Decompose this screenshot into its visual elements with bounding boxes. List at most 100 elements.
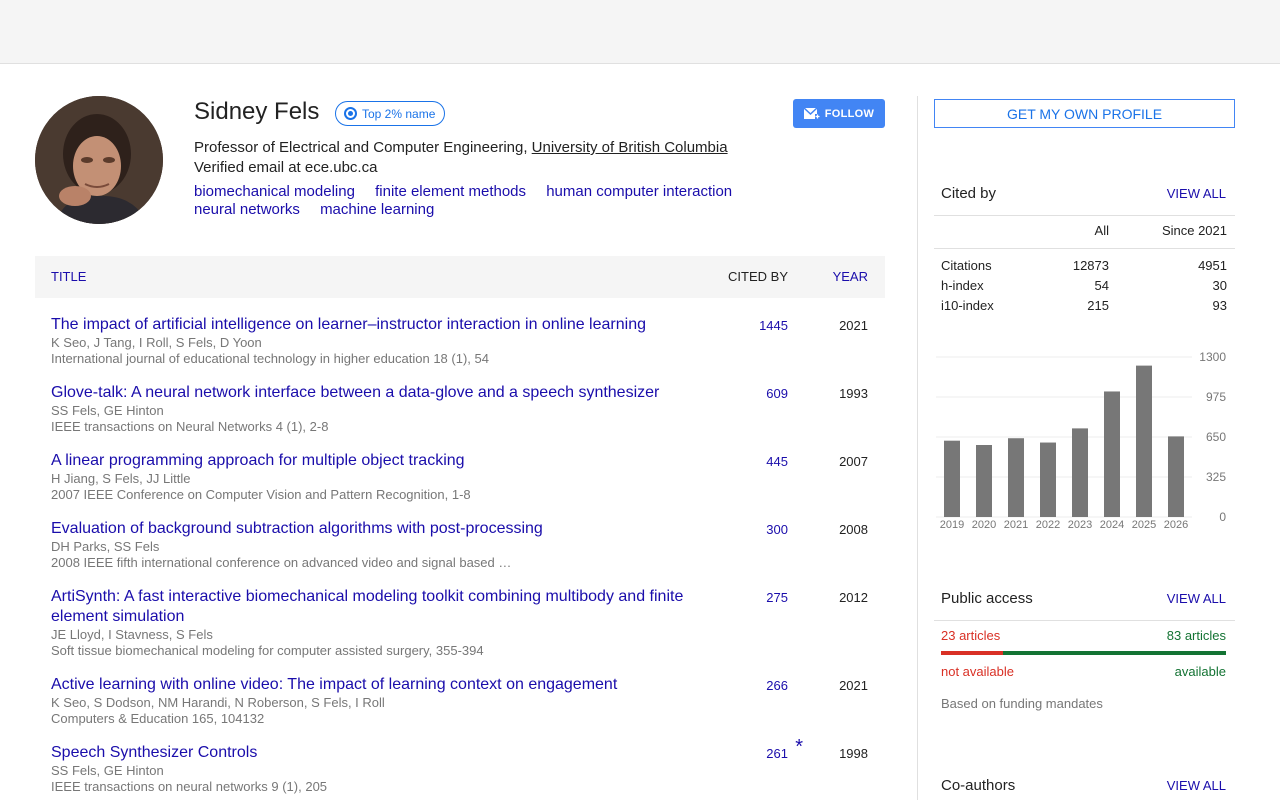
avatar [35, 96, 163, 224]
chart-bar-2019[interactable] [944, 440, 960, 517]
merged-citations-star[interactable]: * [795, 736, 803, 759]
publication-list: The impact of artificial intelligence on… [35, 298, 885, 794]
publication-authors: H Jiang, S Fels, JJ Little [51, 471, 191, 486]
chart-bar-2024[interactable] [1104, 391, 1120, 517]
publication-authors: K Seo, S Dodson, NM Harandi, N Roberson,… [51, 695, 385, 710]
table-row: ArtiSynth: A fast interactive biomechani… [35, 570, 885, 658]
x-tick-label: 2026 [1164, 519, 1188, 531]
interest-link[interactable]: biomechanical modeling [194, 183, 355, 200]
publication-venue: Soft tissue biomechanical modeling for c… [51, 643, 484, 658]
publication-venue: 2007 IEEE Conference on Computer Vision … [51, 487, 471, 502]
not-available-bar [941, 651, 1003, 655]
chart-bar-2021[interactable] [1008, 438, 1024, 517]
cited-by-count-link[interactable]: 300 [766, 522, 788, 537]
not-available-count[interactable]: 23 articles [941, 628, 1000, 643]
interest-link[interactable]: neural networks [194, 201, 300, 218]
affiliation-title: Professor of Electrical and Computer Eng… [194, 139, 532, 156]
chart-bar-2022[interactable] [1040, 442, 1056, 517]
stats-label[interactable]: Citations [941, 258, 992, 273]
chart-bar-2025[interactable] [1136, 365, 1152, 517]
publication-authors: DH Parks, SS Fels [51, 539, 160, 554]
table-row: Speech Synthesizer Controls SS Fels, GE H… [35, 726, 885, 794]
stats-all-value: 54 [1094, 278, 1109, 293]
stats-all-value: 215 [1087, 298, 1109, 313]
sort-year-header[interactable]: YEAR [833, 269, 868, 284]
sort-title-header[interactable]: TITLE [51, 269, 86, 284]
x-tick-label: 2024 [1100, 519, 1124, 531]
x-tick-label: 2020 [972, 519, 996, 531]
top-name-badge[interactable]: Top 2% name [335, 101, 446, 126]
cited-by-count-link[interactable]: 1445 [759, 318, 788, 333]
chart-bar-2020[interactable] [976, 445, 992, 517]
follow-button[interactable]: FOLLOW [793, 99, 885, 128]
stats-since-value: 4951 [1198, 258, 1227, 273]
publication-venue: International journal of educational tec… [51, 351, 489, 366]
table-row: A linear programming approach for multip… [35, 434, 885, 502]
co-authors-heading: Co-authors [941, 777, 1016, 794]
x-tick-label: 2021 [1004, 519, 1028, 531]
table-row: Active learning with online video: The i… [35, 658, 885, 726]
stats-label[interactable]: h-index [941, 278, 984, 293]
y-tick-label: 975 [1206, 390, 1226, 404]
publication-venue: Computers & Education 165, 104132 [51, 711, 265, 726]
publication-authors: JE Lloyd, I Stavness, S Fels [51, 627, 213, 642]
top-bar [0, 0, 1280, 64]
publication-year: 2008 [839, 522, 868, 537]
stats-header-row: All Since 2021 [941, 223, 1227, 239]
interest-link[interactable]: human computer interaction [546, 183, 732, 200]
publication-year: 2021 [839, 318, 868, 333]
publication-title-link[interactable]: A linear programming approach for multip… [51, 451, 701, 471]
stats-col-all: All [1094, 223, 1109, 238]
publication-title-link[interactable]: Active learning with online video: The i… [51, 675, 701, 695]
cited-by-count-link[interactable]: 266 [766, 678, 788, 693]
stats-label[interactable]: i10-index [941, 298, 994, 313]
funding-mandates-note: Based on funding mandates [941, 696, 1103, 711]
cited-by-count-link[interactable]: 261 [766, 746, 788, 761]
interest-link[interactable]: machine learning [320, 201, 434, 218]
publication-authors: SS Fels, GE Hinton [51, 763, 164, 778]
publication-authors: SS Fels, GE Hinton [51, 403, 164, 418]
divider [934, 620, 1235, 621]
stats-all-value: 12873 [1072, 258, 1109, 273]
cited-by-header[interactable]: CITED BY [728, 269, 788, 284]
table-row: Evaluation of background subtraction alg… [35, 502, 885, 570]
cited-by-count-link[interactable]: 609 [766, 386, 788, 401]
y-tick-label: 325 [1206, 470, 1226, 484]
publication-title-link[interactable]: ArtiSynth: A fast interactive biomechani… [51, 587, 701, 627]
affiliation: Professor of Electrical and Computer Eng… [194, 139, 728, 156]
publication-title-link[interactable]: The impact of artificial intelligence on… [51, 315, 701, 335]
interest-link[interactable]: finite element methods [375, 183, 526, 200]
chart-bar-2026[interactable] [1168, 436, 1184, 517]
y-tick-label: 650 [1206, 430, 1226, 444]
column-divider [917, 96, 918, 800]
table-header: TITLE CITED BY YEAR [35, 256, 885, 298]
envelope-plus-icon [803, 107, 820, 119]
x-tick-label: 2023 [1068, 519, 1092, 531]
publication-venue: IEEE transactions on neural networks 9 (… [51, 779, 328, 794]
university-link[interactable]: University of British Columbia [532, 139, 728, 156]
not-available-label: not available [941, 664, 1014, 679]
stats-row: i10-index 215 93 [941, 298, 1227, 318]
cited-by-count-link[interactable]: 275 [766, 590, 788, 605]
publication-title-link[interactable]: Speech Synthesizer Controls [51, 743, 701, 763]
available-count[interactable]: 83 articles [1167, 628, 1226, 643]
profile-name: Sidney Fels [194, 98, 320, 125]
chart-bar-2023[interactable] [1072, 428, 1088, 517]
cited-by-count-link[interactable]: 445 [766, 454, 788, 469]
citation-stats-table: All Since 2021 Citations 12873 4951 h-in… [941, 223, 1227, 318]
publication-venue: IEEE transactions on Neural Networks 4 (… [51, 419, 329, 434]
citations-per-year-chart: 1300 975 650 325 0 2019 2020 2021 2022 2023 2024 20… [936, 350, 1226, 531]
publication-year: 2021 [839, 678, 868, 693]
publication-title-link[interactable]: Evaluation of background subtraction alg… [51, 519, 701, 539]
publication-year: 1998 [839, 746, 868, 761]
publication-title-link[interactable]: Glove-talk: A neural network interface b… [51, 383, 701, 403]
stats-col-since: Since 2021 [1161, 223, 1227, 238]
get-my-own-profile-button[interactable]: GET MY OWN PROFILE [934, 99, 1235, 128]
divider [934, 215, 1235, 216]
publication-year: 2007 [839, 454, 868, 469]
public-access-view-all-link[interactable]: VIEW ALL [1167, 591, 1226, 606]
publication-year: 1993 [839, 386, 868, 401]
y-tick-label: 1300 [1199, 350, 1226, 364]
cited-by-view-all-link[interactable]: VIEW ALL [1167, 186, 1226, 201]
co-authors-view-all-link[interactable]: VIEW ALL [1167, 778, 1226, 793]
